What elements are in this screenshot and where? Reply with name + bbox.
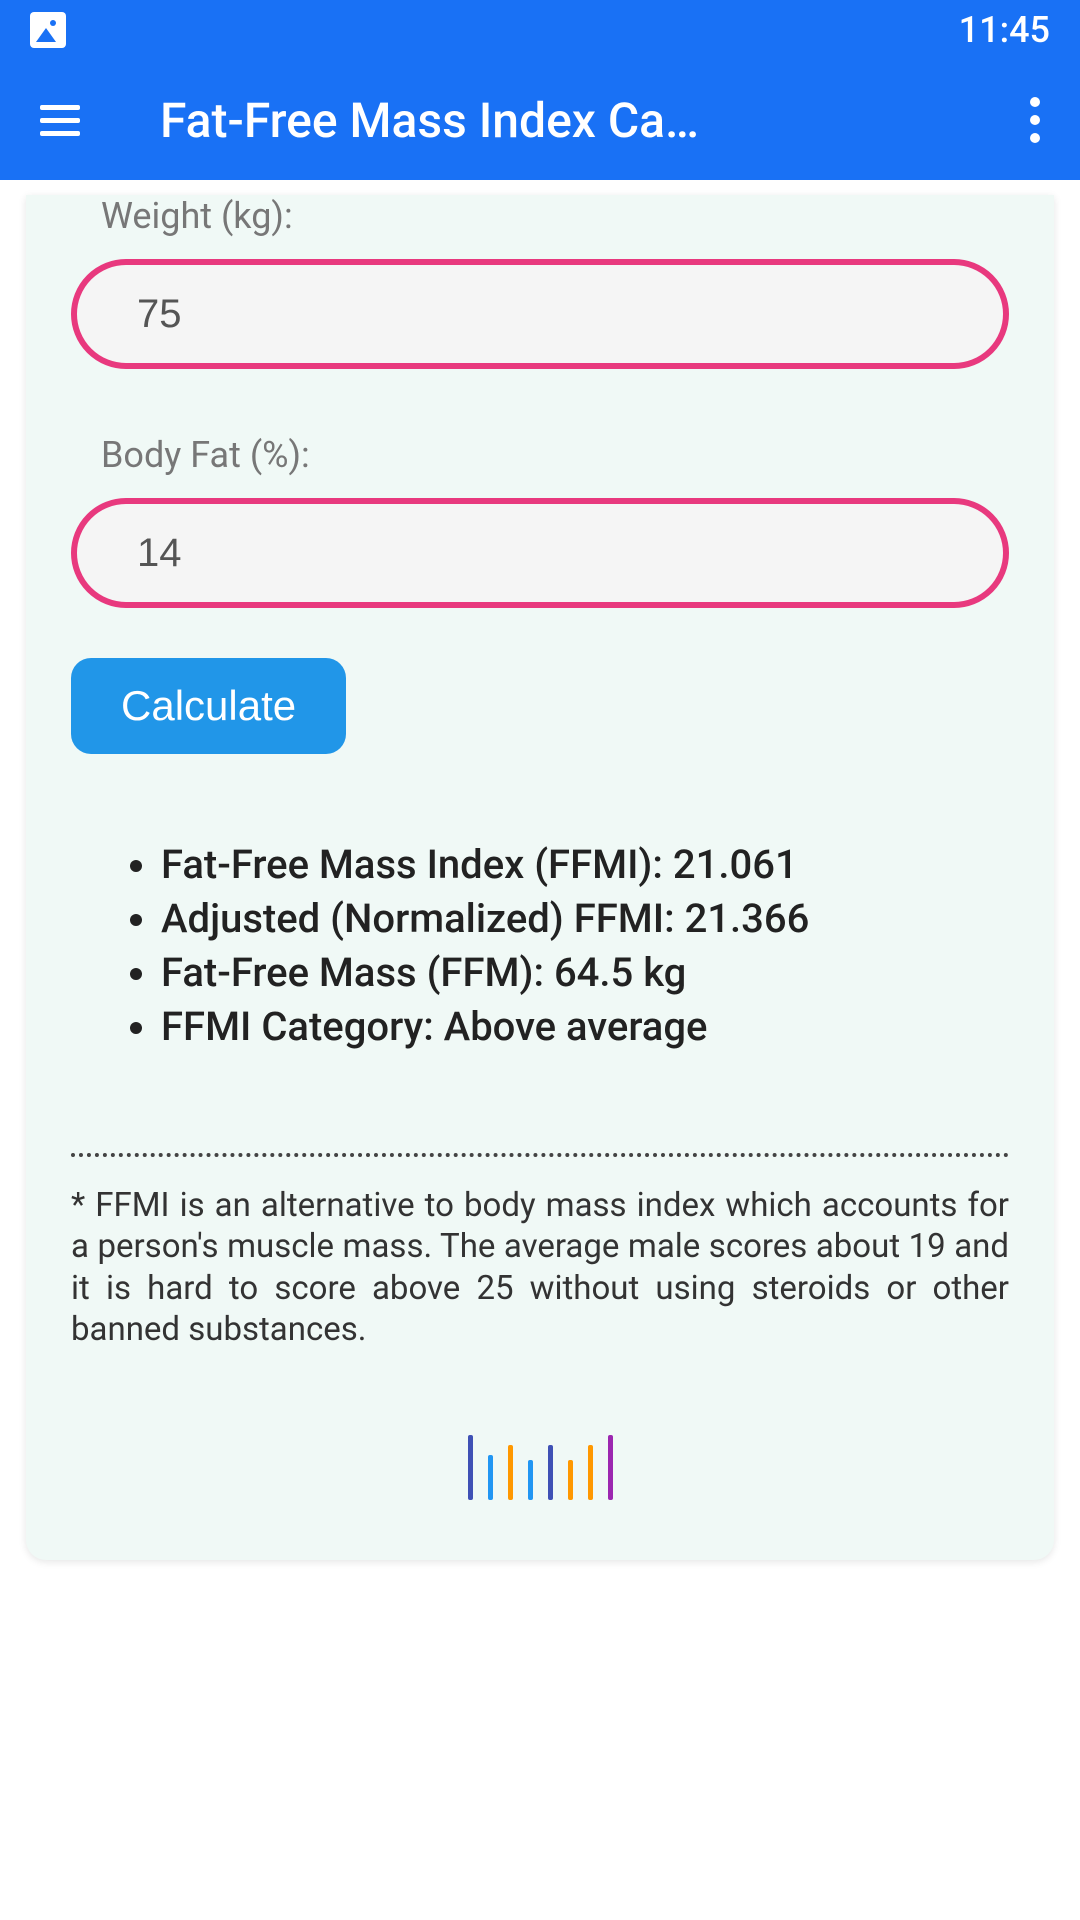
calculate-button[interactable]: Calculate — [71, 658, 346, 754]
status-bar-left — [30, 12, 66, 48]
results-list: Fat-Free Mass Index (FFMI): 21.061 Adjus… — [71, 839, 1009, 1053]
bodyfat-input[interactable] — [71, 498, 1009, 608]
more-vert-icon[interactable] — [1030, 97, 1040, 143]
image-icon — [30, 12, 66, 48]
result-adjusted: Adjusted (Normalized) FFMI: 21.366 — [161, 893, 1009, 945]
result-ffm: Fat-Free Mass (FFM): 64.5 kg — [161, 947, 1009, 999]
bar-chart-icon — [71, 1430, 1009, 1500]
result-ffmi: Fat-Free Mass Index (FFMI): 21.061 — [161, 839, 1009, 891]
info-text: * FFMI is an alternative to body mass in… — [71, 1185, 1009, 1350]
divider — [71, 1153, 1009, 1157]
bodyfat-label: Body Fat (%): — [101, 434, 1009, 476]
weight-label: Weight (kg): — [101, 195, 1009, 237]
content-card: Weight (kg): Body Fat (%): Calculate Fat… — [26, 195, 1054, 1560]
app-bar: Fat-Free Mass Index Ca… — [0, 60, 1080, 180]
page-title: Fat-Free Mass Index Ca… — [160, 92, 1010, 149]
status-bar: 11:45 — [0, 0, 1080, 60]
result-category: FFMI Category: Above average — [161, 1001, 1009, 1053]
status-time: 11:45 — [959, 9, 1050, 51]
hamburger-menu-icon[interactable] — [40, 105, 80, 136]
weight-input[interactable] — [71, 259, 1009, 369]
